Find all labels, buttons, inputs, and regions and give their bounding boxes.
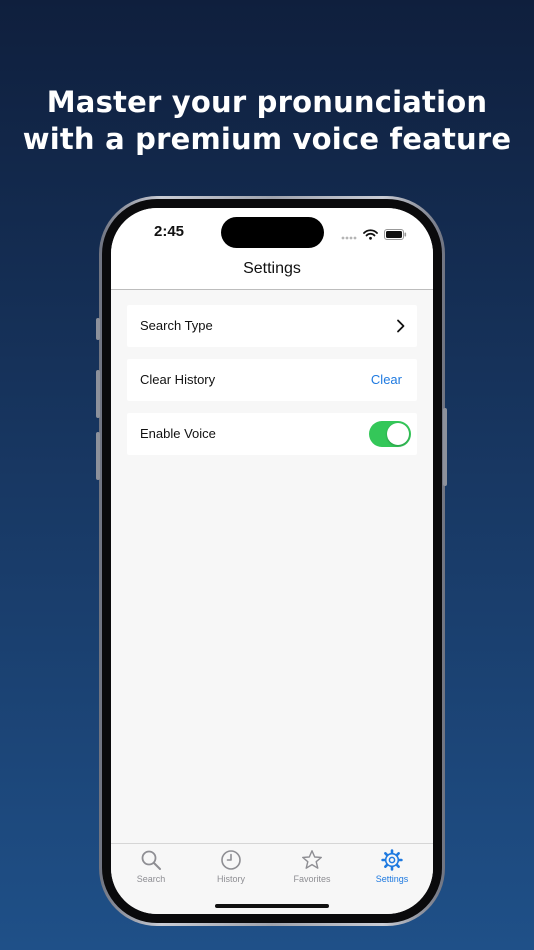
volume-up-button <box>96 370 100 418</box>
tab-favorites-label: Favorites <box>293 874 331 884</box>
battery-icon <box>384 225 407 244</box>
enable-voice-row: Enable Voice <box>127 413 417 455</box>
search-type-row[interactable]: Search Type <box>127 305 417 347</box>
volume-down-button <box>96 432 100 480</box>
tab-settings-label: Settings <box>375 874 409 884</box>
power-button <box>443 408 447 486</box>
navigation-bar: Settings <box>111 256 433 290</box>
dynamic-island <box>221 217 324 248</box>
tab-favorites[interactable]: Favorites <box>272 849 352 884</box>
clear-button[interactable]: Clear <box>371 372 402 387</box>
headline-line-1: Master your pronunciation <box>46 85 488 119</box>
gear-icon <box>352 849 432 871</box>
phone-screen: 2:45 Settings Search Type Clear History … <box>111 208 433 914</box>
action-button <box>96 318 100 340</box>
tab-history[interactable]: History <box>191 849 271 884</box>
signal-dots-icon <box>341 225 357 244</box>
search-type-label: Search Type <box>140 318 213 333</box>
toggle-knob <box>387 423 409 445</box>
enable-voice-toggle[interactable] <box>369 421 411 447</box>
status-icons <box>341 225 407 244</box>
clear-history-label: Clear History <box>140 372 216 387</box>
tab-search[interactable]: Search <box>111 849 191 884</box>
clock-icon <box>191 849 271 871</box>
clear-history-row: Clear History Clear <box>127 359 417 401</box>
home-indicator <box>215 904 329 908</box>
settings-list: Search Type Clear History Clear Enable V… <box>127 305 417 467</box>
search-icon <box>111 849 191 871</box>
star-icon <box>272 849 352 871</box>
wifi-icon <box>363 225 378 244</box>
enable-voice-label: Enable Voice <box>140 426 216 441</box>
status-bar: 2:45 <box>111 208 433 256</box>
tab-search-label: Search <box>136 874 166 884</box>
tab-history-label: History <box>216 874 245 884</box>
page-title: Settings <box>243 260 301 277</box>
headline-line-2: with a premium voice feature <box>22 122 512 156</box>
tab-bar: Search History Favorites Settings <box>111 843 433 914</box>
chevron-right-icon <box>396 318 405 337</box>
status-time: 2:45 <box>154 223 185 240</box>
promo-headline: Master your pronunciation with a premium… <box>0 84 534 158</box>
tab-settings[interactable]: Settings <box>352 849 432 884</box>
